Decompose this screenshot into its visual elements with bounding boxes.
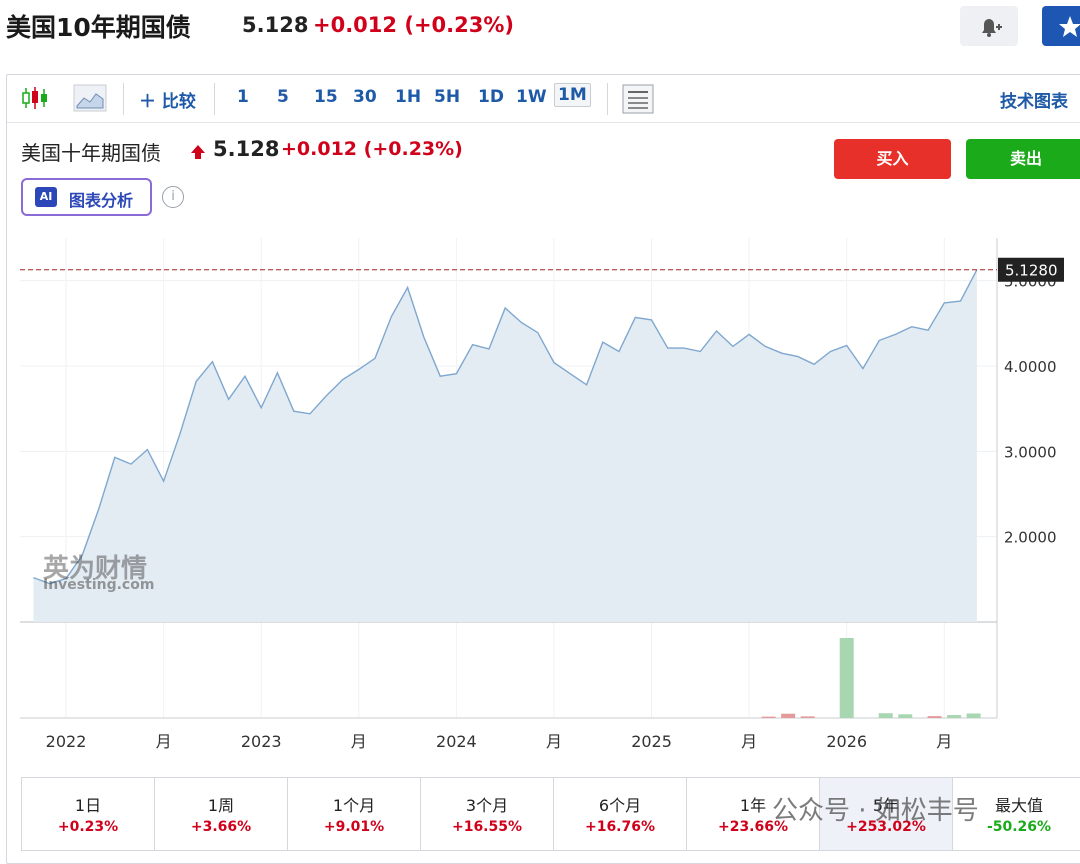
x-tick-label: 月 (156, 732, 172, 751)
performance-cell[interactable]: 1日 +0.23% (22, 778, 155, 850)
performance-period: 1个月 (332, 796, 376, 815)
x-tick-label: 2023 (241, 732, 282, 751)
volume-bar (898, 714, 913, 718)
price-chart[interactable]: 2.00003.00004.00005.0000 5.1280 2022月202… (0, 0, 1080, 775)
investing-logo-en: Investing.com (43, 577, 155, 593)
x-tick-label: 月 (936, 732, 952, 751)
volume-bar (927, 716, 942, 718)
y-tick-label: 2.0000 (1004, 529, 1057, 547)
volume-bar (761, 716, 776, 718)
performance-cell[interactable]: 1个月 +9.01% (288, 778, 421, 850)
volume-bar (800, 716, 815, 718)
performance-value: +3.66% (190, 819, 252, 835)
performance-value: +16.55% (451, 819, 523, 835)
performance-value: +9.01% (323, 819, 385, 835)
performance-period: 3个月 (465, 796, 509, 815)
volume-bar (947, 715, 962, 718)
y-axis: 2.00003.00004.00005.0000 (1004, 273, 1057, 547)
volume-bar (839, 638, 854, 718)
x-tick-label: 2024 (436, 732, 477, 751)
x-tick-label: 月 (546, 732, 562, 751)
x-tick-label: 2022 (46, 732, 87, 751)
performance-period: 6个月 (598, 796, 642, 815)
x-tick-label: 2025 (631, 732, 672, 751)
x-tick-label: 2026 (826, 732, 867, 751)
last-price-label: 5.1280 (998, 257, 1064, 282)
x-tick-label: 月 (741, 732, 757, 751)
y-tick-label: 3.0000 (1004, 443, 1057, 461)
last-price-value: 5.1280 (1005, 262, 1058, 280)
performance-cell[interactable]: 1周 +3.66% (155, 778, 288, 850)
performance-value: +0.23% (57, 819, 119, 835)
volume-bar (878, 713, 893, 718)
performance-period: 1周 (207, 796, 235, 815)
volume-bar (781, 713, 796, 718)
performance-cell[interactable]: 6个月 +16.76% (554, 778, 687, 850)
volume-bar (966, 713, 981, 718)
watermark: 公众号 · 如松丰号 (772, 796, 979, 826)
y-tick-label: 4.0000 (1004, 358, 1057, 376)
x-tick-label: 月 (351, 732, 367, 751)
performance-cell[interactable]: 3个月 +16.55% (421, 778, 554, 850)
volume-bars (761, 638, 981, 718)
performance-period: 1日 (74, 796, 102, 815)
performance-value: +16.76% (584, 819, 656, 835)
x-axis: 2022 月 2023 月 2024 月 2025 月 2026 月 (46, 732, 953, 751)
